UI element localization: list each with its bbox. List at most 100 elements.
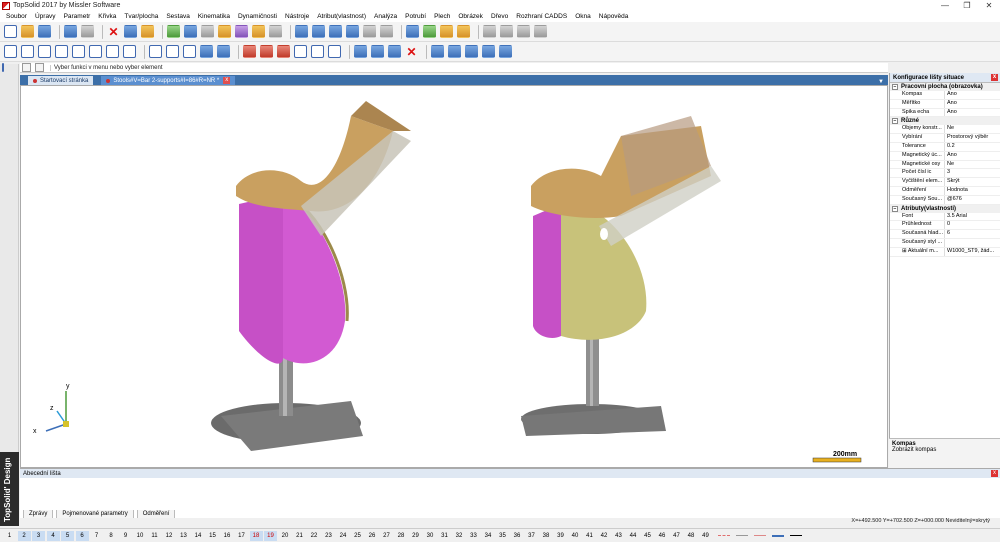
property-value[interactable]: 3.5 Arial bbox=[945, 213, 1000, 221]
line-style-swatch[interactable] bbox=[770, 531, 786, 541]
property-value[interactable]: W1000_ST9, žád... bbox=[945, 248, 1000, 256]
layer-button[interactable]: 28 bbox=[395, 531, 408, 541]
cadds-icon[interactable] bbox=[74, 63, 76, 72]
menu-item[interactable]: Sestava bbox=[166, 13, 190, 20]
property-value[interactable]: Hodnota bbox=[945, 187, 1000, 195]
property-value[interactable] bbox=[945, 239, 1000, 247]
property-value[interactable]: Ano bbox=[945, 100, 1000, 108]
layer-button[interactable]: 18 bbox=[249, 530, 263, 541]
layer-button[interactable]: 26 bbox=[366, 531, 379, 541]
property-value[interactable]: Ano bbox=[945, 152, 1000, 160]
color-icon[interactable] bbox=[483, 25, 496, 38]
save-icon[interactable] bbox=[38, 25, 51, 38]
layer-button[interactable]: 11 bbox=[148, 531, 161, 541]
layer-button[interactable]: 44 bbox=[627, 531, 640, 541]
property-row[interactable]: Font 3.5 Arial bbox=[890, 212, 1000, 222]
sketch-icon[interactable] bbox=[2, 63, 4, 72]
line-style-icon[interactable] bbox=[517, 25, 530, 38]
sheet-metal-icon[interactable] bbox=[56, 63, 58, 72]
undo-icon[interactable] bbox=[124, 25, 137, 38]
library-icon[interactable] bbox=[465, 45, 478, 58]
property-section[interactable]: − Pracovní plocha (obrazovka) bbox=[890, 83, 1000, 91]
property-row[interactable]: Tolerance 0.2 bbox=[890, 142, 1000, 152]
layer-button[interactable]: 45 bbox=[641, 531, 654, 541]
line-style-swatch[interactable] bbox=[716, 531, 732, 541]
close-panel-icon[interactable]: x bbox=[991, 470, 998, 477]
collapse-icon[interactable]: − bbox=[892, 118, 898, 125]
property-value[interactable]: 0 bbox=[945, 221, 1000, 229]
tab-stools-document[interactable]: Stools#V=Bar 2-supports#I=86#R=NR * x bbox=[101, 76, 236, 85]
line-icon[interactable] bbox=[21, 45, 34, 58]
pipe-icon[interactable] bbox=[50, 63, 52, 72]
menu-item[interactable]: Křivka bbox=[98, 13, 116, 20]
view-icon[interactable] bbox=[423, 25, 436, 38]
component-icon[interactable] bbox=[448, 45, 461, 58]
layer-button[interactable]: 4 bbox=[46, 530, 60, 541]
rectangle-icon[interactable] bbox=[55, 45, 68, 58]
layer-button[interactable]: 34 bbox=[482, 531, 495, 541]
property-section[interactable]: − Různé bbox=[890, 117, 1000, 126]
layer-button[interactable]: 37 bbox=[525, 531, 538, 541]
revolve-icon[interactable] bbox=[200, 45, 213, 58]
menu-item[interactable]: Úpravy bbox=[35, 13, 56, 20]
layer-button[interactable]: 27 bbox=[380, 531, 393, 541]
delete-icon[interactable]: ✕ bbox=[107, 25, 120, 38]
minimize-button[interactable]: — bbox=[934, 0, 956, 11]
close-tab-icon[interactable]: x bbox=[223, 77, 231, 84]
layer-button[interactable]: 13 bbox=[177, 531, 190, 541]
property-value[interactable]: @676 bbox=[945, 196, 1000, 204]
arc-icon[interactable] bbox=[294, 45, 307, 58]
box-icon[interactable] bbox=[217, 45, 230, 58]
paste-icon[interactable] bbox=[329, 25, 342, 38]
drawing-icon[interactable] bbox=[482, 45, 495, 58]
layer-button[interactable]: 40 bbox=[569, 531, 582, 541]
layer-button[interactable]: 42 bbox=[598, 531, 611, 541]
property-row[interactable]: Magnetický úc... Ano bbox=[890, 151, 1000, 161]
property-row[interactable]: Průhlednost 0 bbox=[890, 221, 1000, 231]
curve-icon[interactable] bbox=[8, 63, 10, 72]
layer-button[interactable]: 1 bbox=[3, 531, 16, 541]
close-panel-icon[interactable]: x bbox=[991, 74, 998, 81]
print-preview-icon[interactable] bbox=[64, 25, 77, 38]
model-canvas[interactable]: y x z 200mm bbox=[21, 86, 888, 468]
image-icon[interactable] bbox=[62, 63, 64, 72]
grid-icon[interactable] bbox=[346, 25, 359, 38]
menu-item[interactable]: Analýza bbox=[374, 13, 397, 20]
menu-item[interactable]: Tvar/plocha bbox=[124, 13, 158, 20]
chamfer-icon[interactable] bbox=[260, 45, 273, 58]
layer-button[interactable]: 30 bbox=[424, 531, 437, 541]
layer-button[interactable]: 14 bbox=[192, 531, 205, 541]
property-value[interactable]: Ano bbox=[945, 91, 1000, 99]
wood-icon[interactable] bbox=[68, 63, 70, 72]
menu-item[interactable]: Nápověda bbox=[599, 13, 629, 20]
layer-button[interactable]: 22 bbox=[308, 531, 321, 541]
property-row[interactable]: Měřítko Ano bbox=[890, 99, 1000, 109]
print-icon[interactable] bbox=[81, 25, 94, 38]
remove-icon[interactable]: ✕ bbox=[405, 45, 418, 58]
3d-viewport[interactable]: y x z 200mm bbox=[20, 85, 888, 468]
layer-button[interactable]: 35 bbox=[496, 531, 509, 541]
layer-button[interactable]: 16 bbox=[221, 531, 234, 541]
package-icon[interactable] bbox=[80, 63, 82, 72]
property-row[interactable]: Špika echa Ano bbox=[890, 108, 1000, 118]
light-icon[interactable] bbox=[457, 25, 470, 38]
fillet-icon[interactable] bbox=[243, 45, 256, 58]
offset-icon[interactable] bbox=[149, 45, 162, 58]
edit-icon[interactable] bbox=[380, 25, 393, 38]
layers-icon[interactable] bbox=[184, 25, 197, 38]
settings-icon[interactable] bbox=[201, 25, 214, 38]
point-style-icon[interactable] bbox=[500, 25, 513, 38]
property-value[interactable]: Prostorový výběr bbox=[945, 134, 1000, 142]
magnet-icon[interactable] bbox=[269, 25, 282, 38]
layer-button[interactable]: 24 bbox=[337, 531, 350, 541]
property-value[interactable]: Ne bbox=[945, 161, 1000, 169]
property-row[interactable]: ⊞ Aktuální m... W1000_ST9, žád... bbox=[890, 247, 1000, 257]
menu-item[interactable]: Nástroje bbox=[285, 13, 309, 20]
layer-button[interactable]: 31 bbox=[438, 531, 451, 541]
tools-icon[interactable] bbox=[218, 25, 231, 38]
layer-button[interactable]: 33 bbox=[467, 531, 480, 541]
maximize-button[interactable]: ❐ bbox=[956, 0, 978, 11]
property-value[interactable]: 0.2 bbox=[945, 143, 1000, 151]
close-button[interactable]: ✕ bbox=[978, 0, 1000, 11]
menu-item[interactable]: Soubor bbox=[6, 13, 27, 20]
